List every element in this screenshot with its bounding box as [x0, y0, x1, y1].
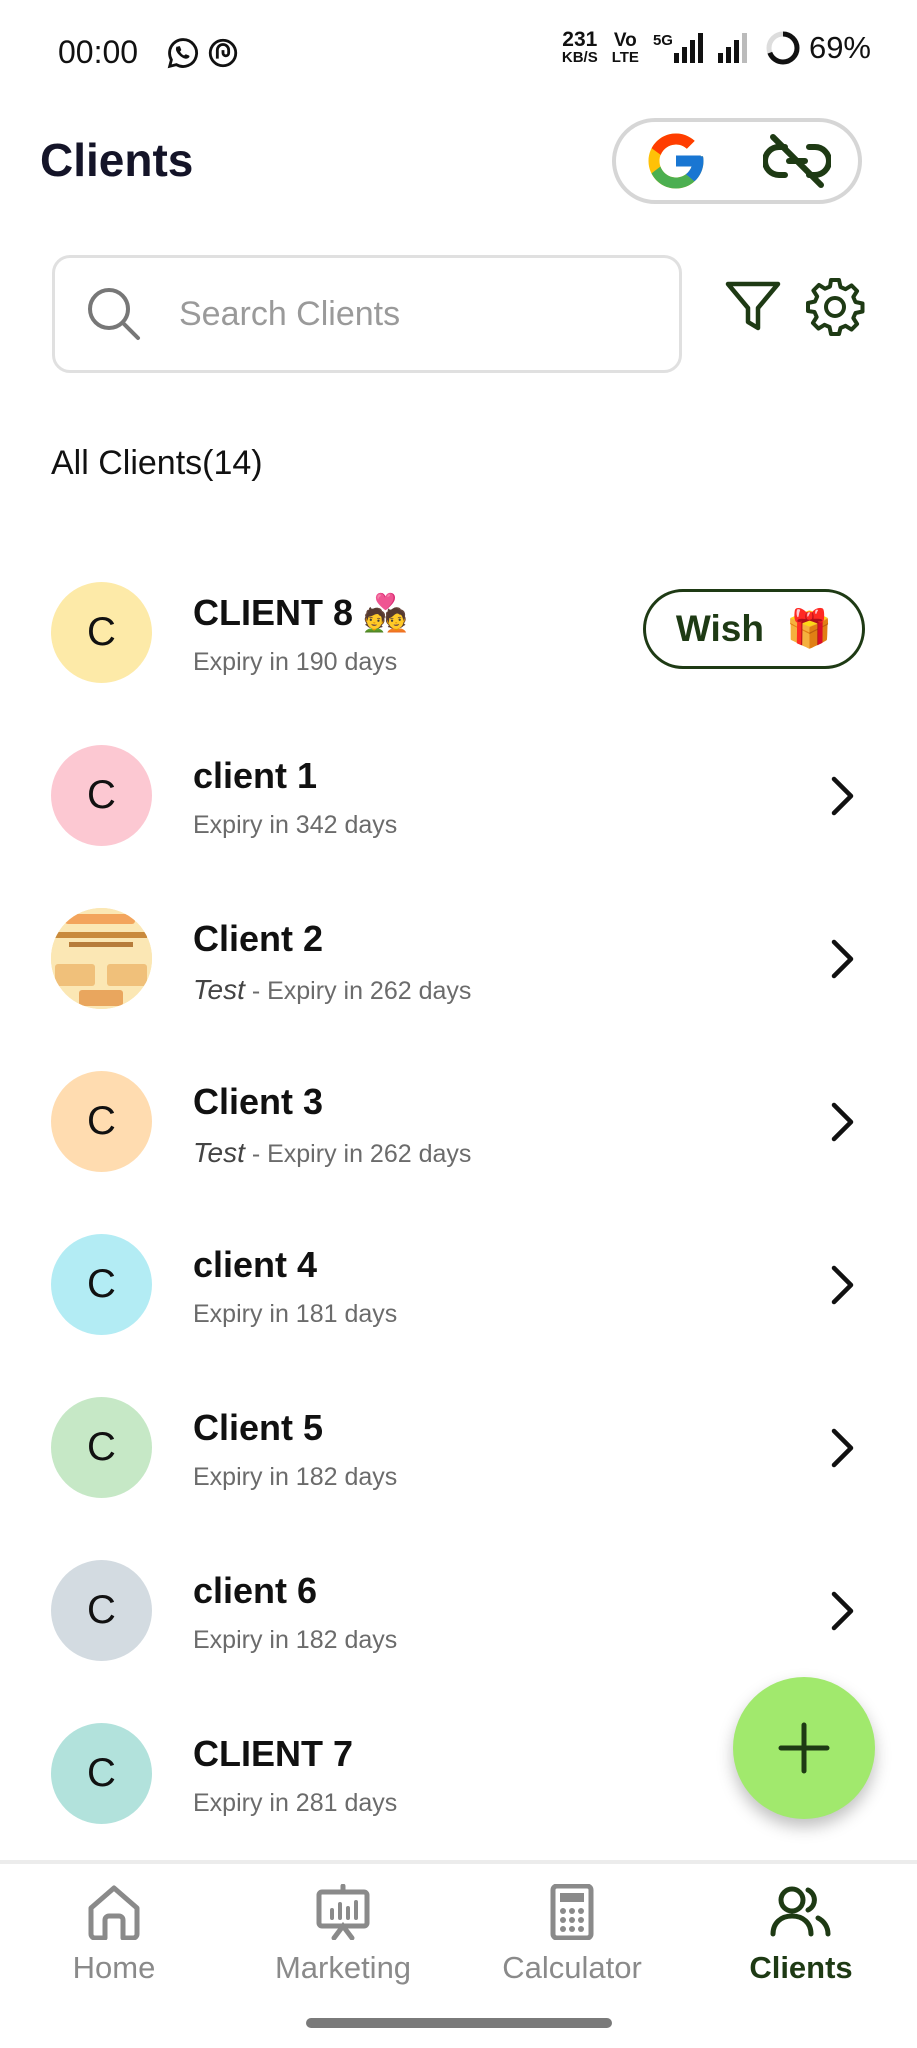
client-expiry: Expiry in 342 days: [193, 811, 398, 839]
client-name: CLIENT 8 💑: [193, 592, 408, 633]
app-notification-icon: [208, 38, 238, 68]
list-item[interactable]: C Client 5 Expiry in 182 days: [0, 1367, 917, 1530]
avatar: C: [51, 1071, 152, 1172]
avatar: C: [51, 745, 152, 846]
client-name: client 4: [193, 1244, 318, 1285]
gear-icon[interactable]: [804, 276, 866, 338]
home-icon: [88, 1885, 140, 1940]
battery-percent: 69%: [808, 30, 871, 65]
add-client-button[interactable]: [733, 1677, 875, 1819]
signal-icon: [673, 33, 703, 63]
client-expiry: Expiry in 190 days: [193, 648, 398, 676]
list-item[interactable]: C client 6 Expiry in 182 days: [0, 1530, 917, 1693]
client-expiry: Expiry in 181 days: [193, 1300, 398, 1328]
status-time: 00:00: [58, 34, 139, 70]
chevron-right-icon[interactable]: [822, 1423, 862, 1473]
search-icon: [88, 288, 140, 340]
avatar: C: [51, 1723, 152, 1824]
client-name: Client 5: [193, 1407, 324, 1448]
page-title: Clients: [40, 134, 194, 186]
client-expiry: Test - Expiry in 262 days: [193, 1137, 472, 1168]
client-name: CLIENT 7: [193, 1733, 354, 1774]
users-icon: [770, 1886, 831, 1937]
status-bar: 00:00 231 KB/S Vo LTE 5G 69%: [0, 0, 917, 105]
avatar: C: [51, 1397, 152, 1498]
avatar-image: [51, 908, 152, 1009]
search-input[interactable]: [177, 293, 641, 335]
status-right-cluster: 231 KB/S Vo LTE 5G 69%: [561, 28, 871, 66]
avatar: C: [51, 582, 152, 683]
client-expiry: Expiry in 182 days: [193, 1463, 398, 1491]
unlink-icon: [763, 134, 831, 188]
volte-indicator: Vo LTE: [611, 29, 639, 66]
signal-5g: 5G: [653, 33, 703, 63]
wish-button[interactable]: Wish 🎁: [643, 589, 865, 669]
nav-calculator[interactable]: Calculator: [472, 1884, 672, 1986]
chevron-right-icon[interactable]: [822, 771, 862, 821]
presentation-board-icon: [316, 1884, 370, 1940]
chevron-right-icon[interactable]: [822, 1097, 862, 1147]
battery-ring-icon: [766, 31, 800, 65]
list-item[interactable]: C client 4 Expiry in 181 days: [0, 1204, 917, 1367]
filter-icon[interactable]: [722, 276, 784, 338]
calculator-icon: [550, 1884, 594, 1940]
client-note: Test: [193, 1137, 245, 1168]
client-name: client 6: [193, 1570, 318, 1611]
client-expiry: Test - Expiry in 262 days: [193, 974, 472, 1005]
nav-home[interactable]: Home: [14, 1884, 214, 1986]
signal-icon-2: [717, 33, 747, 63]
avatar: C: [51, 1234, 152, 1335]
plus-icon: [778, 1722, 830, 1774]
google-logo-icon: [648, 133, 704, 189]
chevron-right-icon[interactable]: [822, 934, 862, 984]
list-item[interactable]: Client 2 Test - Expiry in 262 days: [0, 878, 917, 1041]
net-speed: 231 KB/S: [561, 28, 598, 66]
nav-clients[interactable]: Clients: [701, 1884, 901, 1986]
nav-marketing[interactable]: Marketing: [243, 1884, 443, 1986]
client-name: client 1: [193, 755, 318, 796]
whatsapp-icon: [167, 38, 198, 69]
list-header: All Clients(14): [51, 444, 263, 482]
list-item[interactable]: C CLIENT 8 💑 Expiry in 190 days Wish 🎁: [0, 552, 917, 715]
client-expiry: Expiry in 281 days: [193, 1789, 398, 1817]
avatar-thumbnail-image: [51, 908, 152, 1009]
chevron-right-icon[interactable]: [822, 1586, 862, 1636]
gesture-home-bar[interactable]: [306, 2018, 612, 2028]
list-item[interactable]: C Client 3 Test - Expiry in 262 days: [0, 1041, 917, 1204]
client-expiry: Expiry in 182 days: [193, 1626, 398, 1654]
avatar: C: [51, 1560, 152, 1661]
chevron-right-icon[interactable]: [822, 1260, 862, 1310]
client-note: Test: [193, 974, 245, 1005]
google-sync-toggle[interactable]: [612, 118, 862, 204]
search-box[interactable]: [52, 255, 682, 373]
gift-icon: 🎁: [785, 607, 833, 649]
client-name: Client 2: [193, 918, 324, 959]
client-name: Client 3: [193, 1081, 324, 1122]
list-item[interactable]: C client 1 Expiry in 342 days: [0, 715, 917, 878]
